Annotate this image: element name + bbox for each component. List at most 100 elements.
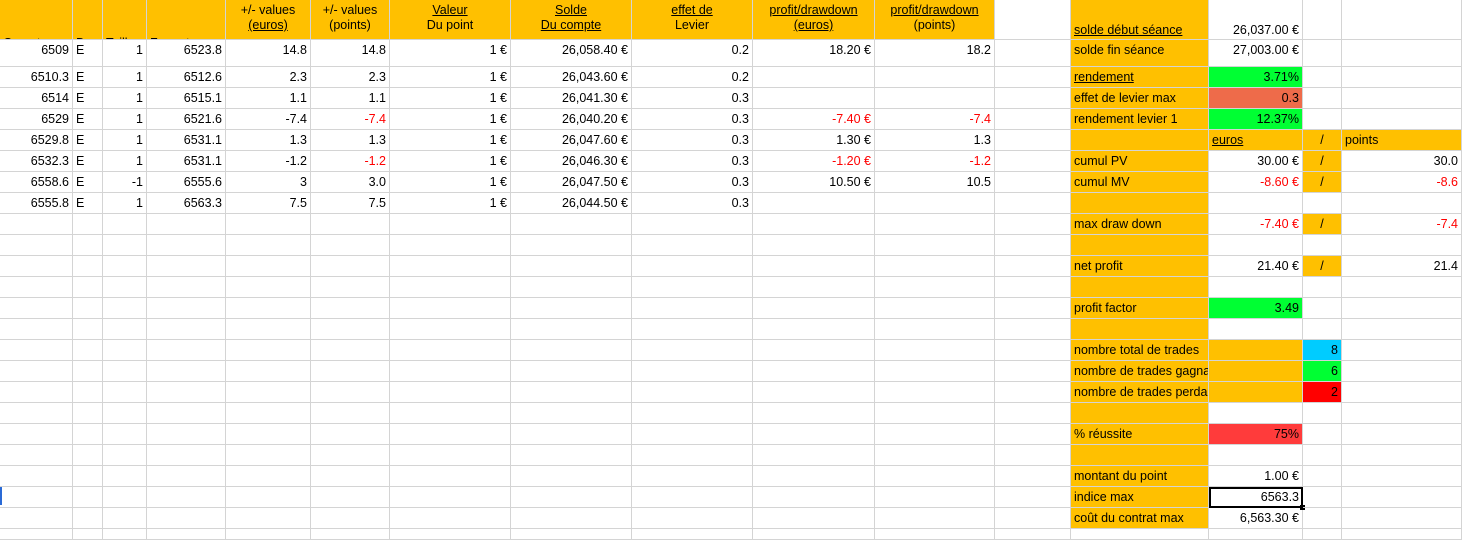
- header-effet-levier[interactable]: effet de Levier: [632, 0, 753, 40]
- cumul-pv-label-cell[interactable]: cumul PV: [1071, 151, 1209, 172]
- cell-E22[interactable]: [226, 466, 311, 487]
- nombre-trades-gagnants-value-cell[interactable]: 6: [1303, 361, 1342, 382]
- cell-E15[interactable]: [226, 319, 311, 340]
- cell-H21[interactable]: [511, 445, 632, 466]
- cell-B18[interactable]: [73, 382, 103, 403]
- cell-A8[interactable]: 6558.6: [0, 172, 73, 193]
- cell-A21[interactable]: [0, 445, 73, 466]
- cell-C18[interactable]: [103, 382, 147, 403]
- cell-B14[interactable]: [73, 298, 103, 319]
- cell-D10[interactable]: [147, 214, 226, 235]
- cell-J20[interactable]: [753, 424, 875, 445]
- cell-L18[interactable]: [995, 382, 1071, 403]
- cell-I23[interactable]: [632, 487, 753, 508]
- cell-D7[interactable]: 6531.1: [147, 151, 226, 172]
- cell-H22[interactable]: [511, 466, 632, 487]
- cell-J9[interactable]: [753, 193, 875, 214]
- cell-P4[interactable]: [1342, 88, 1462, 109]
- cell-L11[interactable]: [995, 235, 1071, 256]
- cell-D5[interactable]: 6521.6: [147, 109, 226, 130]
- cell-I13[interactable]: [632, 277, 753, 298]
- cell-D13[interactable]: [147, 277, 226, 298]
- cell-C20[interactable]: [103, 424, 147, 445]
- cell-G23[interactable]: [390, 487, 511, 508]
- cell-L14[interactable]: [995, 298, 1071, 319]
- cell-L25[interactable]: [995, 529, 1071, 540]
- cell-F25[interactable]: [311, 529, 390, 540]
- cell-D17[interactable]: [147, 361, 226, 382]
- cell-L10[interactable]: [995, 214, 1071, 235]
- cell-E25[interactable]: [226, 529, 311, 540]
- header-solde-compte[interactable]: Solde Du compte: [511, 0, 632, 40]
- cell-A17[interactable]: [0, 361, 73, 382]
- cell-E16[interactable]: [226, 340, 311, 361]
- cell-E4[interactable]: 1.1: [226, 88, 311, 109]
- cell-J2[interactable]: 18.20 €: [753, 40, 875, 67]
- cell-J8[interactable]: 10.50 €: [753, 172, 875, 193]
- cell-L4[interactable]: [995, 88, 1071, 109]
- cell-C17[interactable]: [103, 361, 147, 382]
- cell-E8[interactable]: 3: [226, 172, 311, 193]
- cell-O15[interactable]: [1303, 319, 1342, 340]
- cell-L20[interactable]: [995, 424, 1071, 445]
- cell-F16[interactable]: [311, 340, 390, 361]
- cell-D20[interactable]: [147, 424, 226, 445]
- header-pdd-points[interactable]: profit/drawdown (points): [875, 0, 995, 40]
- cell-D15[interactable]: [147, 319, 226, 340]
- cell-A19[interactable]: [0, 403, 73, 424]
- cell-K22[interactable]: [875, 466, 995, 487]
- cell-F11[interactable]: [311, 235, 390, 256]
- cell-F3[interactable]: 2.3: [311, 67, 390, 88]
- cell-B5[interactable]: E: [73, 109, 103, 130]
- cell-C22[interactable]: [103, 466, 147, 487]
- cell-I14[interactable]: [632, 298, 753, 319]
- cell-P2[interactable]: [1342, 40, 1462, 67]
- cell-C19[interactable]: [103, 403, 147, 424]
- cell-J12[interactable]: [753, 256, 875, 277]
- cell-K21[interactable]: [875, 445, 995, 466]
- cell-K24[interactable]: [875, 508, 995, 529]
- cell-P17[interactable]: [1342, 361, 1462, 382]
- cell-P15[interactable]: [1342, 319, 1462, 340]
- cell-D3[interactable]: 6512.6: [147, 67, 226, 88]
- cell-E9[interactable]: 7.5: [226, 193, 311, 214]
- slash-separator[interactable]: /: [1303, 256, 1342, 277]
- cell-C7[interactable]: 1: [103, 151, 147, 172]
- cumul-mv-points-value-cell[interactable]: -8.6: [1342, 172, 1462, 193]
- cell-E21[interactable]: [226, 445, 311, 466]
- cell-D12[interactable]: [147, 256, 226, 277]
- cell-A7[interactable]: 6532.3: [0, 151, 73, 172]
- header-pv-euros[interactable]: +/- values (euros): [226, 0, 311, 40]
- cell-D14[interactable]: [147, 298, 226, 319]
- cell-N13[interactable]: [1209, 277, 1303, 298]
- cell-D9[interactable]: 6563.3: [147, 193, 226, 214]
- cell-B23[interactable]: [73, 487, 103, 508]
- cell-P25[interactable]: [1342, 529, 1462, 540]
- cell-J6[interactable]: 1.30 €: [753, 130, 875, 151]
- cell-F4[interactable]: 1.1: [311, 88, 390, 109]
- cell-N9[interactable]: [1209, 193, 1303, 214]
- cell-P20[interactable]: [1342, 424, 1462, 445]
- cell-I8[interactable]: 0.3: [632, 172, 753, 193]
- cell-K23[interactable]: [875, 487, 995, 508]
- cell-F2[interactable]: 14.8: [311, 40, 390, 67]
- cell-G24[interactable]: [390, 508, 511, 529]
- cell-G5[interactable]: 1 €: [390, 109, 511, 130]
- cell-F10[interactable]: [311, 214, 390, 235]
- cell-G18[interactable]: [390, 382, 511, 403]
- cell-A2[interactable]: 6509: [0, 40, 73, 67]
- cell-D6[interactable]: 6531.1: [147, 130, 226, 151]
- cell-K10[interactable]: [875, 214, 995, 235]
- cell-O24[interactable]: [1303, 508, 1342, 529]
- cell-A3[interactable]: 6510.3: [0, 67, 73, 88]
- cell-L2[interactable]: [995, 40, 1071, 67]
- cell-I19[interactable]: [632, 403, 753, 424]
- header-valeur-point[interactable]: Valeur Du point: [390, 0, 511, 40]
- cell-G6[interactable]: 1 €: [390, 130, 511, 151]
- cell-H4[interactable]: 26,041.30 €: [511, 88, 632, 109]
- cell-L21[interactable]: [995, 445, 1071, 466]
- cell-L9[interactable]: [995, 193, 1071, 214]
- cell-C13[interactable]: [103, 277, 147, 298]
- rendement-levier-value-cell[interactable]: 12.37%: [1209, 109, 1303, 130]
- max-dd-euros-value-cell[interactable]: -7.40 €: [1209, 214, 1303, 235]
